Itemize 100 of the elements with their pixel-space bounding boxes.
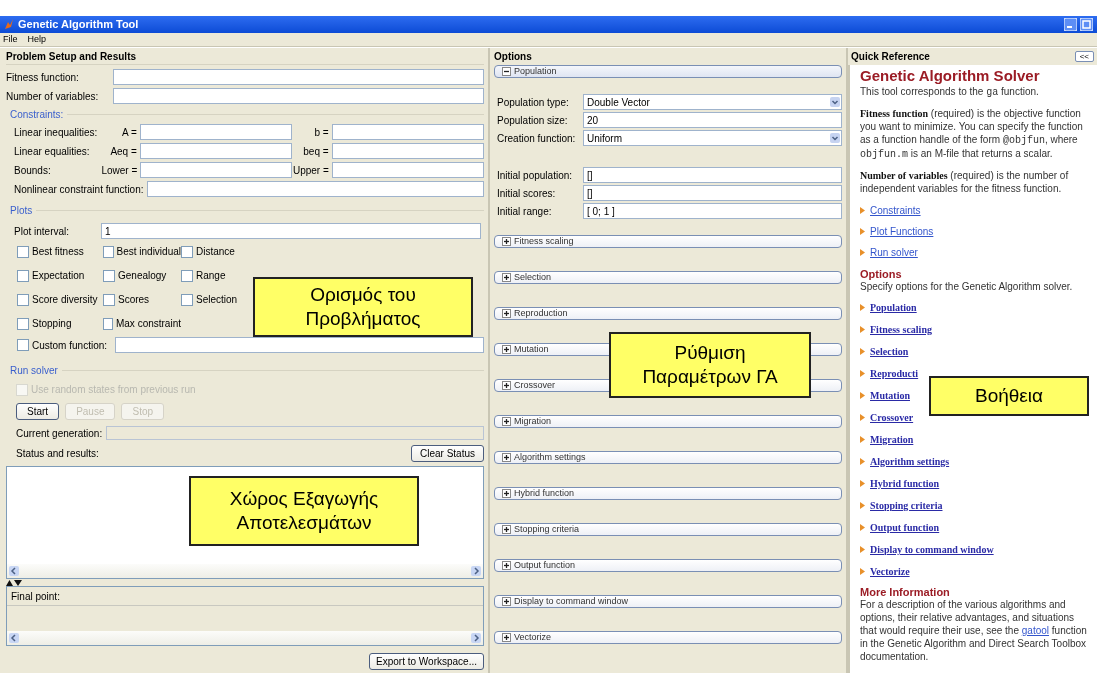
checkbox[interactable] xyxy=(103,317,113,330)
field-label: Initial population: xyxy=(497,168,574,183)
section-header[interactable]: Selection xyxy=(494,271,842,284)
checkbox[interactable] xyxy=(17,293,29,306)
callout-tooltip: Χώρος Εξαγωγής Αποτελεσμάτων xyxy=(189,476,419,546)
section-header[interactable]: Fitness scaling xyxy=(494,235,842,248)
help-link[interactable]: Reproducti xyxy=(870,366,919,381)
field-label: Current generation: xyxy=(16,426,103,441)
checkbox-label: Range xyxy=(196,269,226,283)
help-link[interactable]: Output function xyxy=(870,520,940,535)
help-link[interactable]: Crossover xyxy=(870,410,914,425)
help-link[interactable]: Plot Functions xyxy=(870,224,934,239)
help-link[interactable]: Mutation xyxy=(870,388,910,403)
checkbox[interactable] xyxy=(103,269,115,282)
export-button[interactable]: Export to Workspace... xyxy=(369,653,484,670)
field-label: Status and results: xyxy=(16,447,99,461)
minimize-icon[interactable] xyxy=(1064,18,1077,31)
field-label: Plot interval: xyxy=(14,224,71,239)
checkbox[interactable] xyxy=(181,293,193,306)
bullet-arrow-icon xyxy=(860,480,865,487)
help-paragraph: Specify options for the Genetic Algorithm solver. xyxy=(860,280,1074,293)
action-button[interactable]: Start xyxy=(16,403,60,420)
menu-item[interactable]: File xyxy=(3,32,18,47)
help-link[interactable]: Constraints xyxy=(870,203,921,218)
checkbox-label: Max constraint xyxy=(115,317,181,331)
group-title: Constraints: xyxy=(10,107,64,122)
scroll-left-icon[interactable] xyxy=(9,633,19,643)
field-label: Aeq = xyxy=(110,144,137,159)
input-field[interactable]: [ 0; 1 ] xyxy=(583,203,842,219)
input-field[interactable] xyxy=(139,143,293,159)
bullet-arrow-icon xyxy=(860,458,865,465)
field-label: Population type: xyxy=(497,95,570,110)
menu-item[interactable]: Help xyxy=(27,32,47,47)
section-header[interactable]: Migration xyxy=(494,415,842,428)
scroll-right-icon[interactable] xyxy=(471,633,481,643)
input-field[interactable] xyxy=(113,88,484,104)
checkbox[interactable] xyxy=(17,339,29,351)
section-header[interactable]: Algorithm settings xyxy=(494,451,842,464)
input-field[interactable] xyxy=(115,337,484,353)
scroll-right-icon[interactable] xyxy=(471,566,481,576)
callout-tooltip: Ορισμός του Προβλήματος xyxy=(253,277,473,337)
help-link[interactable]: Migration xyxy=(870,432,914,447)
field-label: Number of variables: xyxy=(6,89,100,104)
input-field[interactable]: [] xyxy=(583,185,842,201)
checkbox-label: Expectation xyxy=(32,269,85,283)
help-link[interactable]: Fitness scaling xyxy=(870,322,932,337)
dropdown[interactable]: Uniform xyxy=(583,130,842,146)
section-header[interactable]: Reproduction xyxy=(494,307,842,320)
input-field[interactable] xyxy=(139,124,293,140)
section-header[interactable]: Hybrid function xyxy=(494,487,842,500)
input-field[interactable]: [] xyxy=(583,167,842,183)
help-link[interactable]: Stopping criteria xyxy=(870,498,943,513)
bullet-arrow-icon xyxy=(860,414,865,421)
section-header[interactable]: Display to command window xyxy=(494,595,842,608)
horizontal-scrollbar[interactable] xyxy=(7,564,483,578)
collapse-button[interactable]: << xyxy=(1074,51,1094,62)
bullet-arrow-icon xyxy=(860,568,865,575)
panel-title: Problem Setup and Results xyxy=(6,49,137,64)
checkbox[interactable] xyxy=(103,245,114,258)
dropdown[interactable]: Double Vector xyxy=(583,94,842,110)
input-field[interactable] xyxy=(331,162,484,178)
field-label: Fitness function: xyxy=(6,70,80,85)
help-link[interactable]: Algorithm settings xyxy=(870,454,950,469)
section-header[interactable]: Vectorize xyxy=(494,631,842,644)
help-link[interactable]: Hybrid function xyxy=(870,476,940,491)
checkbox[interactable] xyxy=(181,269,193,282)
help-link[interactable]: Vectorize xyxy=(870,564,910,579)
horizontal-scrollbar[interactable] xyxy=(7,631,483,645)
field-label: Creation function: xyxy=(497,131,577,146)
maximize-icon[interactable] xyxy=(1080,18,1093,31)
checkbox[interactable] xyxy=(181,245,193,258)
bullet-arrow-icon xyxy=(860,228,865,235)
input-field[interactable]: 1 xyxy=(101,223,481,239)
input-field[interactable] xyxy=(331,143,484,159)
input-field[interactable] xyxy=(140,162,293,178)
checkbox[interactable] xyxy=(103,293,115,306)
field-label: A = xyxy=(122,125,137,140)
section-header[interactable]: Stopping criteria xyxy=(494,523,842,536)
scroll-left-icon[interactable] xyxy=(9,566,19,576)
help-link[interactable]: Display to command window xyxy=(870,542,994,557)
clear-status-button[interactable]: Clear Status xyxy=(410,445,484,462)
checkbox[interactable] xyxy=(17,245,29,258)
checkbox[interactable] xyxy=(17,269,29,282)
link[interactable]: gatool xyxy=(1021,625,1049,636)
help-paragraph: Number of variables (required) is the number of independent variables for the fitness function. xyxy=(860,169,1070,195)
help-link[interactable]: Run solver xyxy=(870,245,918,260)
help-link[interactable]: Population xyxy=(870,300,917,315)
bullet-arrow-icon xyxy=(860,326,865,333)
checkbox-label: Genealogy xyxy=(118,269,167,283)
input-field[interactable] xyxy=(113,69,484,85)
checkbox[interactable] xyxy=(17,317,29,330)
checkbox-label: Custom function: xyxy=(32,338,108,353)
input-field[interactable] xyxy=(146,181,484,197)
expand-icon xyxy=(502,345,511,354)
input-field[interactable] xyxy=(331,124,484,140)
help-link[interactable]: Selection xyxy=(870,344,909,359)
input-field[interactable]: 20 xyxy=(583,112,842,128)
section-header[interactable]: Output function xyxy=(494,559,842,572)
splitter-arrows-icon[interactable] xyxy=(6,580,22,586)
section-header[interactable]: Population xyxy=(494,65,842,78)
